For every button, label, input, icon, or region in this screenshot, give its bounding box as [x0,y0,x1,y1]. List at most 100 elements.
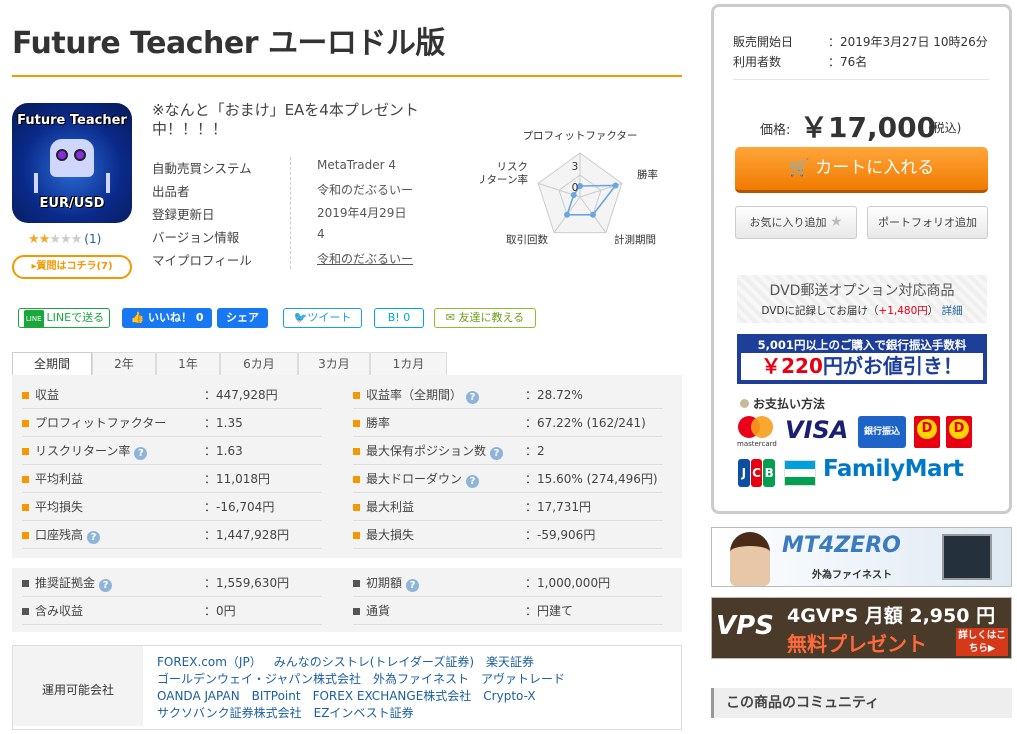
broker-link[interactable]: 外為ファイネスト [373,672,469,686]
thumbs-up-icon: 👍 [130,311,149,324]
tab-3-months[interactable]: 3カ月 [298,352,370,376]
mt4zero-banner[interactable]: MT4ZERO 外為ファイネスト [711,527,1012,587]
stat-value: ：1.63 [204,444,243,458]
familymart-logo: FamilyMart [823,456,964,482]
mt4-banner-sub: 外為ファイネスト [812,570,892,581]
row-divider [22,548,322,549]
radar-point-2 [589,211,596,218]
bank-fee-promo-banner[interactable]: 5,001円以上のご購入で銀行振込手数料 ￥220円がお値引き！ [737,334,987,384]
robot-eye-right [74,149,86,161]
broker-line: サクソバンク証券株式会社 EZインベスト証券 [157,705,677,722]
brokers-list: FOREX.com（JP） みんなのシストレ(トレイダーズ証券) 楽天証券ゴールデン… [157,654,677,722]
stat-label: 口座残高? [35,526,101,544]
info-row-profile: マイプロフィール 令和のだぶるいー [152,250,442,272]
profile-link[interactable]: 令和のだぶるいー [317,250,413,267]
star-icon: ★★ [28,232,50,247]
row-divider [353,408,663,409]
broker-link[interactable]: サクソバンク証券株式会社 [157,706,302,720]
tweet-button[interactable]: 🐦ツイート [283,308,362,328]
broker-link[interactable]: Crypto-X [483,689,535,703]
stat-label: 最大損失 [366,528,415,542]
product-logo[interactable]: Future Teacher EUR/USD [12,103,132,223]
bullet-icon [353,420,360,427]
broker-line: FOREX.com（JP） みんなのシストレ(トレイダーズ証券) 楽天証券 [157,654,677,671]
vps-more-button[interactable]: 詳しくはこちら▶ [956,628,1008,656]
radar-axis-label: リスクリターン率 [480,161,528,186]
bullet-icon [353,476,360,483]
line-share-button[interactable]: LINE LINEで送る [18,308,110,328]
rating-count[interactable]: (1) [84,232,101,246]
stat-label: リスクリターン率? [35,442,148,460]
mt4-banner-title: MT4ZERO [782,533,901,558]
help-icon[interactable]: ? [87,531,101,544]
help-icon[interactable]: ? [406,579,420,592]
radar-axis-label: 勝率 [637,168,658,181]
info-row-system: 自動売買システム MetaTrader 4 [152,158,442,180]
rating-stars[interactable]: ★★★★★ (1) [28,232,101,247]
info-value: 4 [317,227,325,241]
community-heading: この商品のコミュニティ [711,688,1012,718]
broker-link[interactable]: FOREX.com（JP） [157,655,262,669]
broker-link[interactable]: 楽天証券 [486,655,534,669]
bullet-icon [22,504,29,511]
bank-transfer-logo: 銀行振込 [858,416,906,448]
help-icon[interactable]: ? [466,391,480,404]
broker-link[interactable]: アヴァトレード [481,672,565,686]
help-icon[interactable]: ? [490,447,504,460]
stat-value: ：1,447,928円 [204,528,290,542]
bullet-icon [353,504,360,511]
help-icon[interactable]: ? [134,447,148,460]
robot-legs [34,173,110,193]
tab-all-period[interactable]: 全期間 [12,352,92,376]
broker-link[interactable]: FOREX EXCHANGE株式会社 [313,689,472,703]
friend-label: 友達に教える [458,311,525,324]
row-divider [22,436,322,437]
stat-value: ：17,731円 [525,500,591,514]
dvd-sub-text: DVDに記録してお届け（ [761,305,879,317]
broker-link[interactable]: ゴールデンウェイ・ジャパン株式会社 [157,672,361,686]
bullet-icon [22,608,29,615]
question-button[interactable]: ▸質問はコチラ(7) [12,255,132,279]
stat-label: 収益 [35,388,60,402]
bullet-icon [22,448,29,455]
broker-link[interactable]: EZインベスト証券 [314,706,414,720]
dvd-subtitle: DVDに記録してお届け（+1,480円） 詳細 [737,303,987,318]
stat-label: 平均利益 [35,472,84,486]
stat-value: ：円建て [525,604,574,618]
pay-title-label: お支払い方法 [753,397,826,411]
vps-banner[interactable]: VPS 4GVPS 月額 2,950 円 無料プレゼント 詳しくはこちら▶ [711,597,1012,659]
facebook-like-button[interactable]: 👍 いいね！ 0 [122,308,212,328]
broker-link[interactable]: BITPoint [252,689,301,703]
vps-price: 4GVPS 月額 2,950 円 [787,605,996,627]
tab-1-year[interactable]: 1年 [156,352,220,376]
row-divider [22,624,322,625]
users-value: ：76名 [828,55,868,69]
stat-label: 初期額? [366,574,420,592]
facebook-share-button[interactable]: シェア [217,308,268,328]
dvd-detail-link[interactable]: 詳細 [942,305,963,317]
daily-mark: D [949,419,969,439]
stat-label: 含み収益 [35,604,84,618]
hatena-bookmark-button[interactable]: B! 0 [374,308,424,328]
info-value: 令和のだぶるいー [317,183,414,197]
add-portfolio-button[interactable]: ポートフォリオ追加 [867,206,988,239]
add-to-cart-button[interactable]: 🛒 カートに入れる [735,147,988,193]
broker-link[interactable]: OANDA JAPAN [157,689,240,703]
radar-point-3 [564,211,571,218]
tab-2-years[interactable]: 2年 [92,352,156,376]
stat-value: ：-16,704円 [204,500,275,514]
help-icon[interactable]: ? [99,579,113,592]
star-icon: ★ [829,214,843,230]
add-favorite-button[interactable]: お気に入り追加 ★ [735,206,857,239]
stat-label: 勝率 [366,416,391,430]
visa-logo: VISA [785,416,849,444]
tab-6-months[interactable]: 6カ月 [220,352,298,376]
bullet-icon [740,399,749,408]
users-label: 利用者数 [733,55,782,69]
tab-1-month[interactable]: 1カ月 [370,352,447,376]
stat-value: ：11,018円 [204,472,270,486]
help-icon[interactable]: ? [466,475,480,488]
broker-link[interactable]: みんなのシストレ(トレイダーズ証券) [274,655,474,669]
tell-friend-button[interactable]: ✉ 友達に教える [434,308,536,328]
stat-label: 最大保有ポジション数? [366,442,504,460]
